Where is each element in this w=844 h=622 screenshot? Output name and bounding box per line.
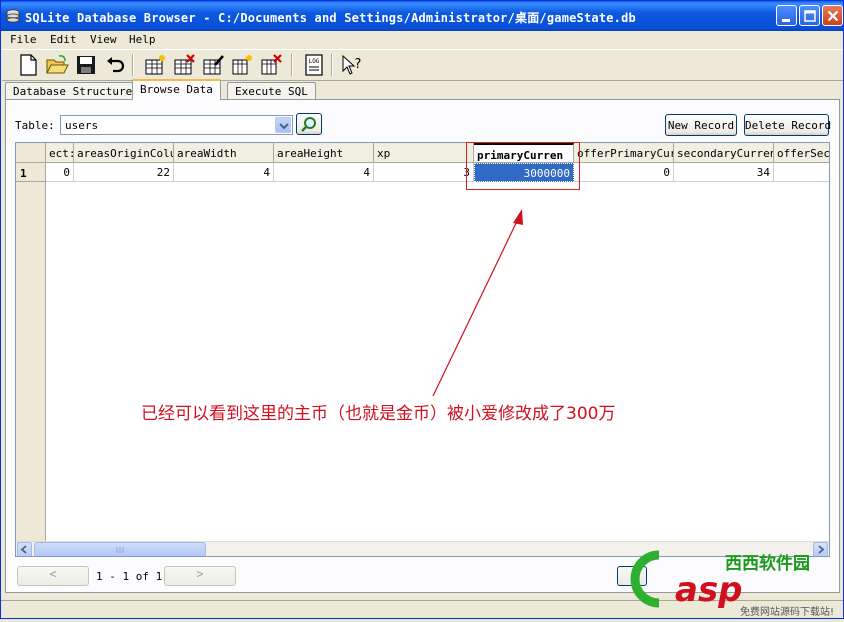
annotation-text: 已经可以看到这里的主币（也就是金币）被小爱修改成了300万 xyxy=(141,404,616,424)
watermark-logo-icon: asp 西西软件园 免费网站源码下载站! xyxy=(630,550,834,618)
watermark-en: asp xyxy=(675,570,743,610)
watermark-logo: asp 西西软件园 免费网站源码下载站! xyxy=(615,547,843,619)
annotation-arrow-icon xyxy=(432,209,523,397)
tab-browse-data[interactable]: Browse Data xyxy=(132,79,221,100)
watermark-slogan: 免费网站源码下载站! xyxy=(740,605,834,618)
watermark-cn: 西西软件园 xyxy=(725,553,810,574)
app-window: SQLite Database Browser - C:/Documents a… xyxy=(0,0,844,619)
